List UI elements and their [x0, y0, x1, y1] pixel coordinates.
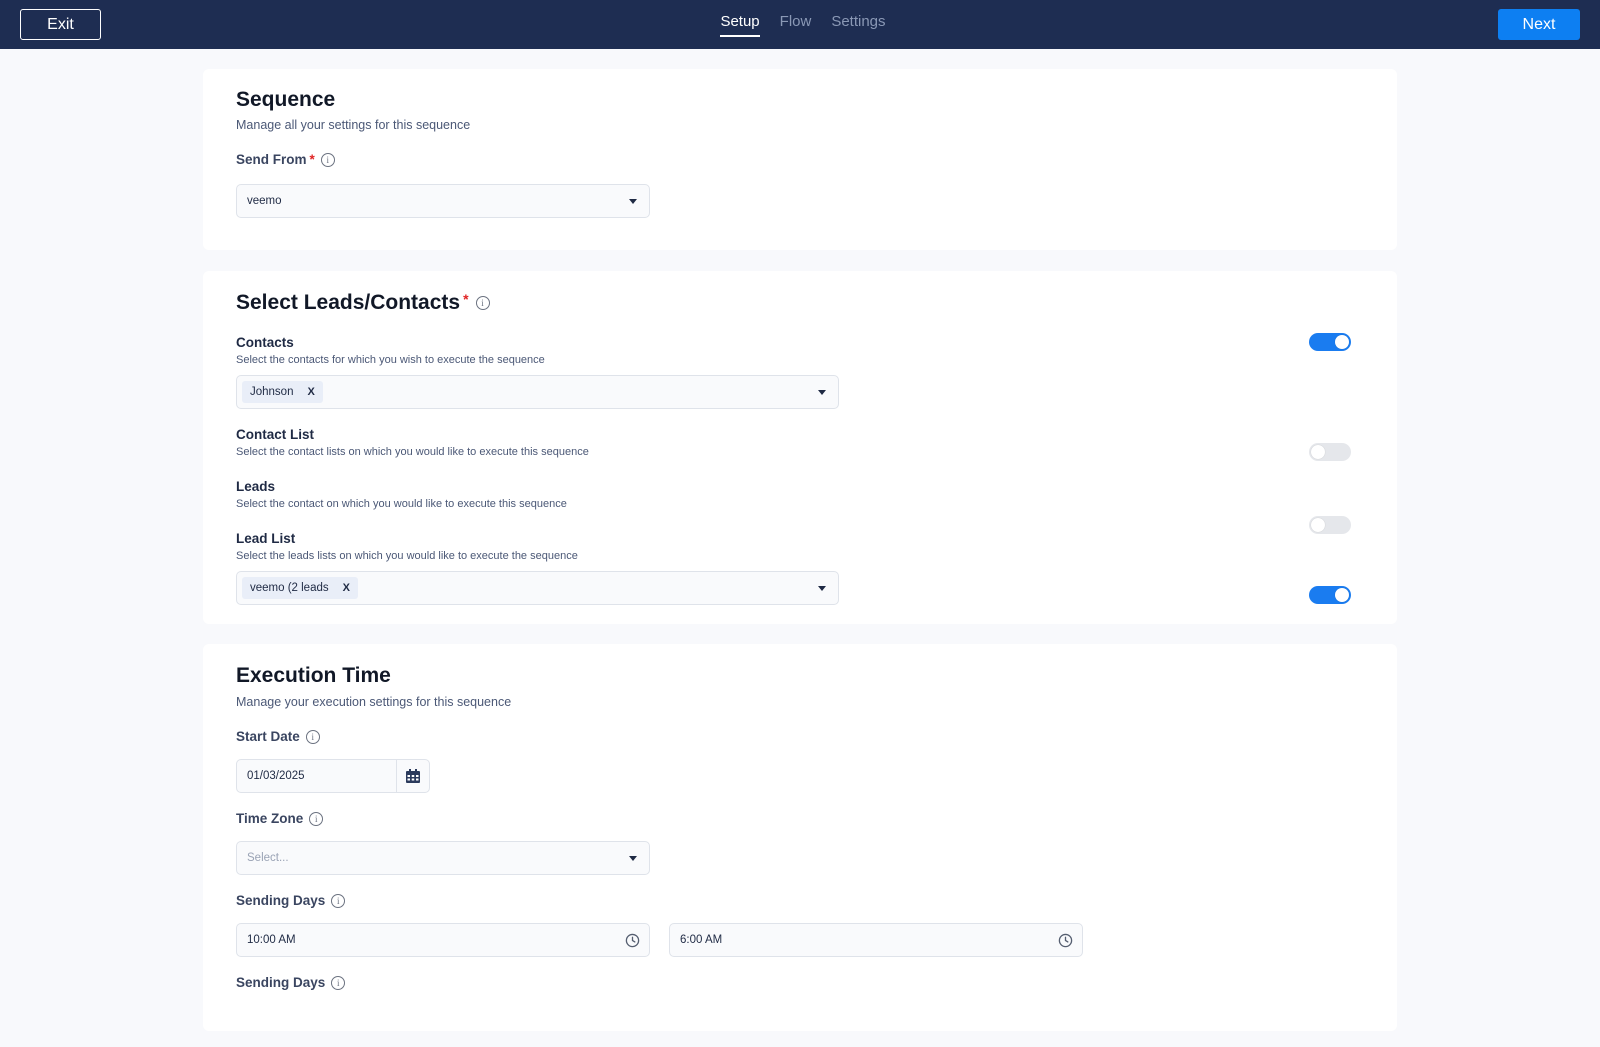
toggle-knob: [1335, 588, 1349, 602]
lead-list-description: Select the leads lists on which you woul…: [236, 550, 578, 562]
contact-list-description: Select the contact lists on which you wo…: [236, 446, 589, 458]
timezone-label-text: Time Zone: [236, 811, 304, 826]
clock-icon[interactable]: [623, 924, 641, 956]
start-date-value: 01/03/2025: [247, 770, 305, 782]
info-icon[interactable]: i: [309, 811, 324, 826]
execution-title: Execution Time: [236, 664, 391, 687]
start-date-label-text: Start Date: [236, 729, 300, 744]
sequence-subtitle: Manage all your settings for this sequen…: [236, 118, 471, 132]
top-bar: Setup Flow Settings Exit Next: [0, 0, 1600, 49]
contacts-description: Select the contacts for which you wish t…: [236, 354, 545, 366]
toggle-knob: [1335, 335, 1349, 349]
sending-days-label-text: Sending Days: [236, 893, 326, 908]
chevron-down-icon: [629, 199, 637, 204]
info-icon[interactable]: i: [475, 296, 490, 310]
lead-list-select[interactable]: veemo (2 leads X: [236, 571, 839, 605]
contacts-select[interactable]: Johnson X: [236, 375, 839, 409]
timezone-placeholder: Select...: [247, 852, 289, 864]
toggle-knob: [1311, 445, 1325, 459]
calendar-icon[interactable]: [396, 760, 429, 792]
end-time-value: 6:00 AM: [680, 934, 723, 946]
tab-setup[interactable]: Setup: [720, 0, 760, 37]
lead-list-chip: veemo (2 leads X: [242, 577, 358, 599]
sending-days-label-text: Sending Days: [236, 975, 326, 990]
exit-button[interactable]: Exit: [20, 9, 101, 40]
send-from-label-text: Send From: [236, 152, 307, 167]
leads-title-row: Select Leads/Contacts * i: [236, 291, 490, 315]
info-icon[interactable]: i: [320, 152, 335, 167]
required-mark: *: [463, 291, 469, 307]
contact-chip: Johnson X: [242, 381, 323, 403]
chevron-down-icon: [629, 856, 637, 861]
timezone-select[interactable]: Select...: [236, 841, 650, 875]
start-date-label: Start Date i: [236, 729, 320, 744]
leads-description: Select the contact on which you would li…: [236, 498, 567, 510]
contact-list-label: Contact List: [236, 427, 315, 442]
start-date-input[interactable]: 01/03/2025: [236, 759, 430, 793]
info-icon[interactable]: i: [305, 729, 320, 744]
execution-subtitle: Manage your execution settings for this …: [236, 695, 512, 709]
info-icon[interactable]: i: [331, 975, 346, 990]
sequence-title: Sequence: [236, 88, 336, 111]
tab-flow[interactable]: Flow: [780, 0, 812, 37]
contacts-label: Contacts: [236, 335, 294, 350]
sending-days-label: Sending Days i: [236, 893, 346, 908]
chip-label: veemo (2 leads: [250, 582, 329, 594]
close-icon[interactable]: X: [307, 386, 314, 398]
send-from-label: Send From * i: [236, 152, 335, 167]
leads-label: Leads: [236, 479, 276, 494]
leads-title: Select Leads/Contacts: [236, 291, 461, 314]
info-icon[interactable]: i: [331, 893, 346, 908]
tab-settings[interactable]: Settings: [831, 0, 885, 37]
leads-card: Select Leads/Contacts * i Contacts Selec…: [203, 271, 1397, 624]
required-mark: *: [309, 152, 315, 167]
execution-card: Execution Time Manage your execution set…: [203, 644, 1397, 1031]
send-from-value: veemo: [247, 195, 282, 207]
start-time-value: 10:00 AM: [247, 934, 296, 946]
leads-toggle[interactable]: [1309, 516, 1351, 534]
contact-list-toggle[interactable]: [1309, 443, 1351, 461]
lead-list-label: Lead List: [236, 531, 296, 546]
chip-label: Johnson: [250, 386, 294, 398]
start-time-input[interactable]: 10:00 AM: [236, 923, 650, 957]
sequence-card: Sequence Manage all your settings for th…: [203, 69, 1397, 250]
tab-bar: Setup Flow Settings: [0, 0, 1600, 49]
lead-list-toggle[interactable]: [1309, 586, 1351, 604]
sending-days-label-2: Sending Days i: [236, 975, 346, 990]
close-icon[interactable]: X: [343, 582, 350, 594]
chevron-down-icon: [818, 586, 826, 591]
chevron-down-icon: [818, 390, 826, 395]
timezone-label: Time Zone i: [236, 811, 324, 826]
clock-icon[interactable]: [1049, 924, 1082, 956]
send-from-select[interactable]: veemo: [236, 184, 650, 218]
next-button[interactable]: Next: [1498, 9, 1580, 40]
end-time-input[interactable]: 6:00 AM: [669, 923, 1083, 957]
contacts-toggle[interactable]: [1309, 333, 1351, 351]
toggle-knob: [1311, 518, 1325, 532]
